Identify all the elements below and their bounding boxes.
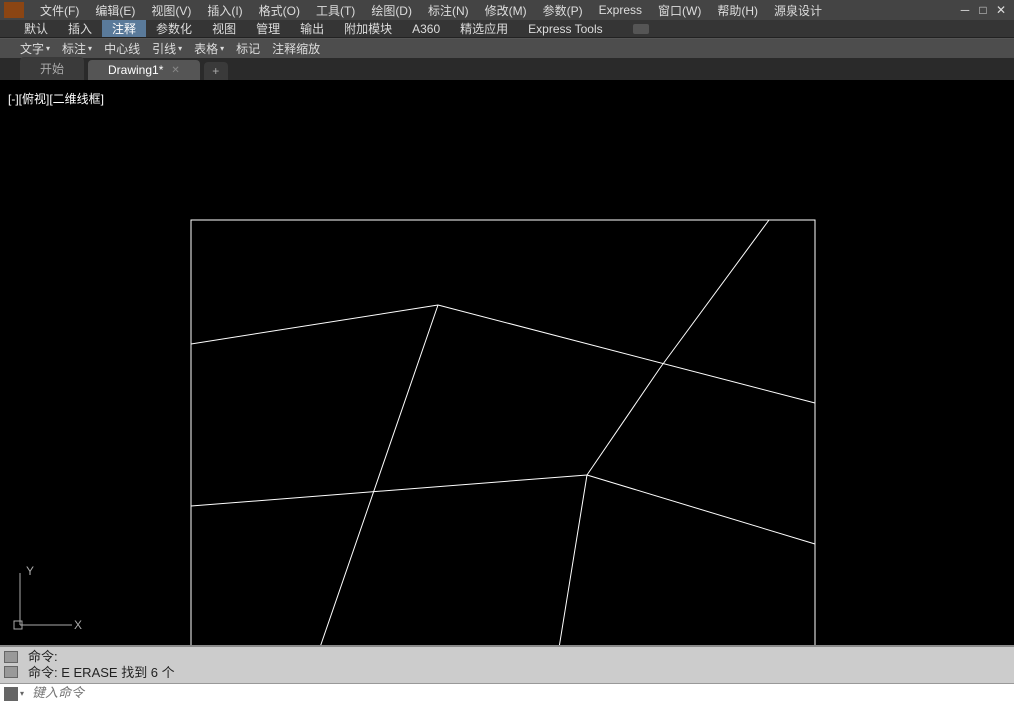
ucs-x-label: X xyxy=(74,618,82,632)
panel-table[interactable]: 表格▾ xyxy=(188,40,230,57)
tab-view[interactable]: 视图 xyxy=(202,20,246,37)
drawing-viewport[interactable]: [-][俯视][二维线框] Y X xyxy=(0,80,1014,645)
command-history: 命令: 命令: E ERASE 找到 6 个 xyxy=(0,647,1014,683)
tab-default[interactable]: 默认 xyxy=(14,20,58,37)
menu-express[interactable]: Express xyxy=(591,3,650,17)
tab-annotate[interactable]: 注释 xyxy=(102,20,146,37)
menubar: 文件(F) 编辑(E) 视图(V) 插入(I) 格式(O) 工具(T) 绘图(D… xyxy=(0,0,1014,20)
new-tab-button[interactable]: + xyxy=(204,62,228,80)
document-tabs: 开始 Drawing1*✕ + xyxy=(0,58,1014,80)
panel-centerline[interactable]: 中心线 xyxy=(98,40,146,57)
maximize-icon[interactable]: □ xyxy=(976,3,990,17)
menu-window[interactable]: 窗口(W) xyxy=(650,2,709,19)
command-prompt-icon[interactable]: ▾ xyxy=(0,687,28,701)
drawing-canvas[interactable] xyxy=(0,80,1014,645)
panel-leader[interactable]: 引线▾ xyxy=(146,40,188,57)
menu-file[interactable]: 文件(F) xyxy=(32,2,87,19)
window-controls: ─ □ ✕ xyxy=(958,3,1008,17)
ucs-icon[interactable]: Y X xyxy=(12,565,82,635)
menu-parametric[interactable]: 参数(P) xyxy=(535,2,591,19)
command-input[interactable] xyxy=(28,684,1014,703)
command-handle[interactable] xyxy=(4,649,18,679)
menu-view[interactable]: 视图(V) xyxy=(143,2,199,19)
tab-parametric[interactable]: 参数化 xyxy=(146,20,202,37)
tab-insert[interactable]: 插入 xyxy=(58,20,102,37)
app-icon[interactable] xyxy=(4,2,24,18)
panel-markup[interactable]: 标记 xyxy=(230,40,266,57)
command-area: 命令: 命令: E ERASE 找到 6 个 ▾ xyxy=(0,645,1014,703)
panel-dimension[interactable]: 标注▾ xyxy=(56,40,98,57)
tab-addins[interactable]: 附加模块 xyxy=(334,20,402,37)
menu-tools[interactable]: 工具(T) xyxy=(308,2,363,19)
menu-draw[interactable]: 绘图(D) xyxy=(363,2,420,19)
tab-a360[interactable]: A360 xyxy=(402,20,450,37)
command-input-row: ▾ xyxy=(0,683,1014,703)
ucs-y-label: Y xyxy=(26,565,34,578)
menu-edit[interactable]: 编辑(E) xyxy=(87,2,143,19)
command-history-line: 命令: xyxy=(28,649,1008,665)
command-history-line: 命令: E ERASE 找到 6 个 xyxy=(28,665,1008,681)
panel-text[interactable]: 文字▾ xyxy=(14,40,56,57)
tab-output[interactable]: 输出 xyxy=(290,20,334,37)
close-icon[interactable]: ✕ xyxy=(994,3,1008,17)
menu-dimension[interactable]: 标注(N) xyxy=(420,2,477,19)
menu-help[interactable]: 帮助(H) xyxy=(709,2,766,19)
menu-insert[interactable]: 插入(I) xyxy=(199,2,250,19)
tab-featured[interactable]: 精选应用 xyxy=(450,20,518,37)
close-tab-icon[interactable]: ✕ xyxy=(171,65,179,76)
menu-modify[interactable]: 修改(M) xyxy=(477,2,535,19)
doc-tab-start[interactable]: 开始 xyxy=(20,57,84,80)
ribbon-panel: 文字▾ 标注▾ 中心线 引线▾ 表格▾ 标记 注释缩放 xyxy=(0,38,1014,58)
minimize-icon[interactable]: ─ xyxy=(958,3,972,17)
tab-express-tools[interactable]: Express Tools xyxy=(518,20,612,37)
doc-tab-drawing1[interactable]: Drawing1*✕ xyxy=(88,60,200,80)
panel-toggle-icon[interactable] xyxy=(633,24,649,34)
tab-manage[interactable]: 管理 xyxy=(246,20,290,37)
ribbon-tabs: 默认 插入 注释 参数化 视图 管理 输出 附加模块 A360 精选应用 Exp… xyxy=(0,20,1014,38)
menu-yuanquan[interactable]: 源泉设计 xyxy=(766,2,830,19)
panel-anno-scale[interactable]: 注释缩放 xyxy=(266,40,326,57)
menu-format[interactable]: 格式(O) xyxy=(251,2,308,19)
